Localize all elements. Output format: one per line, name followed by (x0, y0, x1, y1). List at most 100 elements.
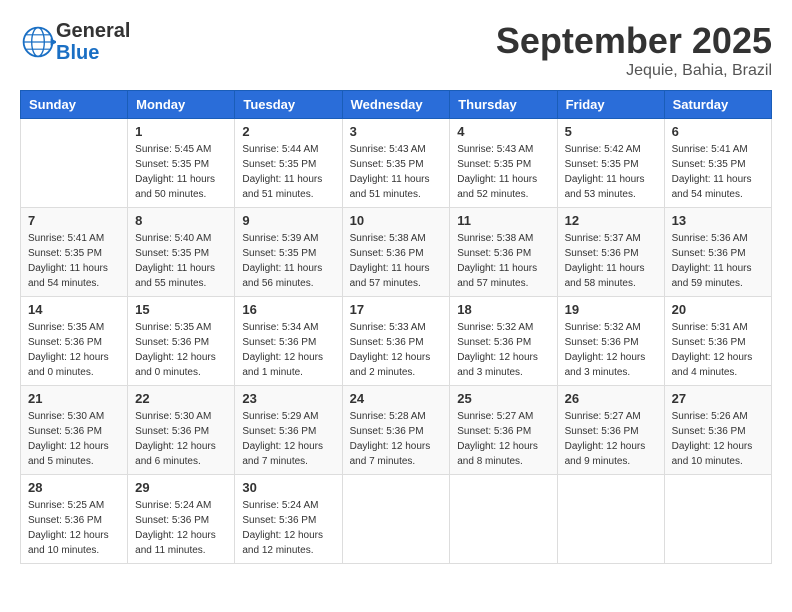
day-info: Sunrise: 5:38 AM Sunset: 5:36 PM Dayligh… (350, 231, 443, 291)
day-number: 22 (135, 391, 227, 406)
day-info: Sunrise: 5:43 AM Sunset: 5:35 PM Dayligh… (457, 142, 549, 202)
calendar-cell: 8 Sunrise: 5:40 AM Sunset: 5:35 PM Daylig… (128, 208, 235, 297)
column-header-tuesday: Tuesday (235, 91, 342, 119)
day-number: 15 (135, 302, 227, 317)
day-info: Sunrise: 5:24 AM Sunset: 5:36 PM Dayligh… (135, 498, 227, 558)
column-header-monday: Monday (128, 91, 235, 119)
day-info: Sunrise: 5:29 AM Sunset: 5:36 PM Dayligh… (242, 409, 334, 469)
page-header: General Blue September 2025 Jequie, Bahi… (20, 20, 772, 80)
calendar-cell: 15 Sunrise: 5:35 AM Sunset: 5:36 PM Dayli… (128, 297, 235, 386)
logo-general-text: General (56, 20, 130, 42)
calendar-cell (664, 475, 771, 564)
day-info: Sunrise: 5:34 AM Sunset: 5:36 PM Dayligh… (242, 320, 334, 380)
day-info: Sunrise: 5:31 AM Sunset: 5:36 PM Dayligh… (672, 320, 764, 380)
day-number: 17 (350, 302, 443, 317)
day-info: Sunrise: 5:41 AM Sunset: 5:35 PM Dayligh… (28, 231, 120, 291)
day-number: 12 (565, 213, 657, 228)
calendar-cell: 10 Sunrise: 5:38 AM Sunset: 5:36 PM Dayli… (342, 208, 450, 297)
day-info: Sunrise: 5:36 AM Sunset: 5:36 PM Dayligh… (672, 231, 764, 291)
logo-blue-text: Blue (56, 42, 130, 64)
day-info: Sunrise: 5:40 AM Sunset: 5:35 PM Dayligh… (135, 231, 227, 291)
calendar-cell: 4 Sunrise: 5:43 AM Sunset: 5:35 PM Daylig… (450, 119, 557, 208)
calendar-cell: 27Sunrise: 5:26 AM Sunset: 5:36 PM Dayli… (664, 386, 771, 475)
day-number: 26 (565, 391, 657, 406)
day-info: Sunrise: 5:35 AM Sunset: 5:36 PM Dayligh… (28, 320, 120, 380)
calendar-cell: 18 Sunrise: 5:32 AM Sunset: 5:36 PM Dayli… (450, 297, 557, 386)
day-number: 30 (242, 480, 334, 495)
day-info: Sunrise: 5:32 AM Sunset: 5:36 PM Dayligh… (457, 320, 549, 380)
calendar-cell (557, 475, 664, 564)
day-info: Sunrise: 5:33 AM Sunset: 5:36 PM Dayligh… (350, 320, 443, 380)
title-section: September 2025 Jequie, Bahia, Brazil (496, 20, 772, 80)
calendar-cell: 20 Sunrise: 5:31 AM Sunset: 5:36 PM Dayli… (664, 297, 771, 386)
day-info: Sunrise: 5:42 AM Sunset: 5:35 PM Dayligh… (565, 142, 657, 202)
day-number: 27 (672, 391, 764, 406)
calendar-cell: 14 Sunrise: 5:35 AM Sunset: 5:36 PM Dayli… (21, 297, 128, 386)
calendar-cell: 2 Sunrise: 5:44 AM Sunset: 5:35 PM Daylig… (235, 119, 342, 208)
calendar-cell: 19Sunrise: 5:32 AM Sunset: 5:36 PM Dayli… (557, 297, 664, 386)
location-text: Jequie, Bahia, Brazil (496, 62, 772, 80)
calendar-cell: 13 Sunrise: 5:36 AM Sunset: 5:36 PM Dayli… (664, 208, 771, 297)
day-info: Sunrise: 5:44 AM Sunset: 5:35 PM Dayligh… (242, 142, 334, 202)
day-info: Sunrise: 5:45 AM Sunset: 5:35 PM Dayligh… (135, 142, 227, 202)
column-header-sunday: Sunday (21, 91, 128, 119)
calendar-cell: 1Sunrise: 5:45 AM Sunset: 5:35 PM Daylig… (128, 119, 235, 208)
day-info: Sunrise: 5:30 AM Sunset: 5:36 PM Dayligh… (135, 409, 227, 469)
day-number: 21 (28, 391, 120, 406)
day-number: 8 (135, 213, 227, 228)
calendar-week-5: 28Sunrise: 5:25 AM Sunset: 5:36 PM Dayli… (21, 475, 772, 564)
day-number: 18 (457, 302, 549, 317)
day-number: 3 (350, 124, 443, 139)
day-number: 29 (135, 480, 227, 495)
calendar-cell: 16 Sunrise: 5:34 AM Sunset: 5:36 PM Dayli… (235, 297, 342, 386)
calendar-table: SundayMondayTuesdayWednesdayThursdayFrid… (20, 90, 772, 564)
day-number: 16 (242, 302, 334, 317)
day-number: 25 (457, 391, 549, 406)
day-info: Sunrise: 5:37 AM Sunset: 5:36 PM Dayligh… (565, 231, 657, 291)
day-info: Sunrise: 5:28 AM Sunset: 5:36 PM Dayligh… (350, 409, 443, 469)
calendar-cell: 26 Sunrise: 5:27 AM Sunset: 5:36 PM Dayli… (557, 386, 664, 475)
calendar-cell: 12 Sunrise: 5:37 AM Sunset: 5:36 PM Dayli… (557, 208, 664, 297)
day-number: 10 (350, 213, 443, 228)
calendar-header-row: SundayMondayTuesdayWednesdayThursdayFrid… (21, 91, 772, 119)
day-info: Sunrise: 5:41 AM Sunset: 5:35 PM Dayligh… (672, 142, 764, 202)
day-info: Sunrise: 5:38 AM Sunset: 5:36 PM Dayligh… (457, 231, 549, 291)
calendar-cell: 3 Sunrise: 5:43 AM Sunset: 5:35 PM Daylig… (342, 119, 450, 208)
globe-icon (20, 24, 56, 60)
column-header-wednesday: Wednesday (342, 91, 450, 119)
column-header-saturday: Saturday (664, 91, 771, 119)
calendar-cell (342, 475, 450, 564)
calendar-cell: 30Sunrise: 5:24 AM Sunset: 5:36 PM Dayli… (235, 475, 342, 564)
day-number: 14 (28, 302, 120, 317)
calendar-week-3: 14 Sunrise: 5:35 AM Sunset: 5:36 PM Dayli… (21, 297, 772, 386)
day-number: 23 (242, 391, 334, 406)
calendar-cell: 6 Sunrise: 5:41 AM Sunset: 5:35 PM Daylig… (664, 119, 771, 208)
calendar-cell (450, 475, 557, 564)
calendar-week-1: 1Sunrise: 5:45 AM Sunset: 5:35 PM Daylig… (21, 119, 772, 208)
day-number: 20 (672, 302, 764, 317)
day-number: 6 (672, 124, 764, 139)
calendar-cell: 11Sunrise: 5:38 AM Sunset: 5:36 PM Dayli… (450, 208, 557, 297)
day-number: 4 (457, 124, 549, 139)
day-info: Sunrise: 5:27 AM Sunset: 5:36 PM Dayligh… (565, 409, 657, 469)
calendar-cell: 5Sunrise: 5:42 AM Sunset: 5:35 PM Daylig… (557, 119, 664, 208)
day-number: 13 (672, 213, 764, 228)
column-header-thursday: Thursday (450, 91, 557, 119)
logo: General Blue (20, 20, 130, 64)
day-info: Sunrise: 5:39 AM Sunset: 5:35 PM Dayligh… (242, 231, 334, 291)
day-info: Sunrise: 5:43 AM Sunset: 5:35 PM Dayligh… (350, 142, 443, 202)
day-number: 2 (242, 124, 334, 139)
calendar-cell: 24 Sunrise: 5:28 AM Sunset: 5:36 PM Dayli… (342, 386, 450, 475)
calendar-cell: 23 Sunrise: 5:29 AM Sunset: 5:36 PM Dayli… (235, 386, 342, 475)
day-info: Sunrise: 5:35 AM Sunset: 5:36 PM Dayligh… (135, 320, 227, 380)
day-info: Sunrise: 5:27 AM Sunset: 5:36 PM Dayligh… (457, 409, 549, 469)
day-number: 24 (350, 391, 443, 406)
column-header-friday: Friday (557, 91, 664, 119)
calendar-cell: 9Sunrise: 5:39 AM Sunset: 5:35 PM Daylig… (235, 208, 342, 297)
day-info: Sunrise: 5:32 AM Sunset: 5:36 PM Dayligh… (565, 320, 657, 380)
calendar-cell: 17 Sunrise: 5:33 AM Sunset: 5:36 PM Dayli… (342, 297, 450, 386)
calendar-cell: 7Sunrise: 5:41 AM Sunset: 5:35 PM Daylig… (21, 208, 128, 297)
calendar-week-4: 21 Sunrise: 5:30 AM Sunset: 5:36 PM Dayli… (21, 386, 772, 475)
calendar-cell: 28Sunrise: 5:25 AM Sunset: 5:36 PM Dayli… (21, 475, 128, 564)
calendar-week-2: 7Sunrise: 5:41 AM Sunset: 5:35 PM Daylig… (21, 208, 772, 297)
